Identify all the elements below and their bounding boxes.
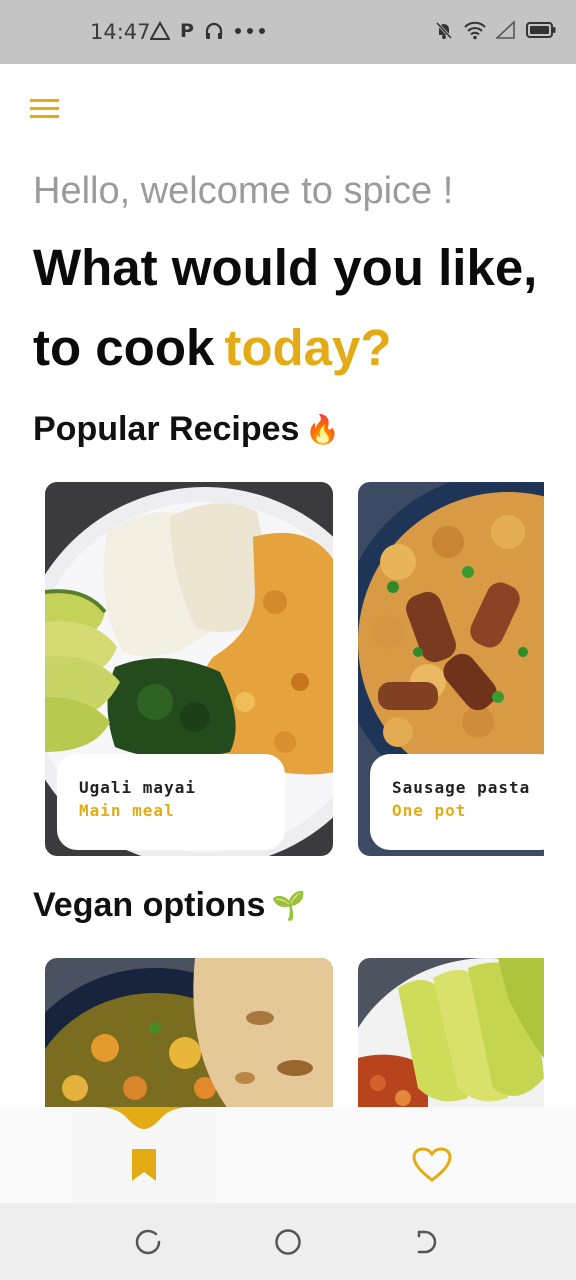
nav-favorites[interactable]	[402, 1147, 462, 1197]
more-dots-icon	[234, 28, 265, 34]
vegan-card-avocado-beans[interactable]	[358, 958, 544, 1118]
recipe-card-sausage-pasta[interactable]: Sausage pasta One pot	[358, 482, 544, 856]
status-time: 14:47	[90, 20, 151, 44]
recipe-name: Ugali mayai	[79, 778, 196, 797]
recipe-category: One pot	[392, 801, 467, 820]
headline-line-2: to cook today?	[33, 318, 392, 377]
vegan-options-title: Vegan options 🌱	[33, 886, 306, 925]
fire-icon: 🔥	[305, 413, 341, 446]
popular-recipes-title: Popular Recipes 🔥	[33, 410, 340, 449]
system-navigation-bar	[0, 1203, 576, 1280]
lentil-stew-chapati-photo	[45, 958, 333, 1118]
wifi-icon	[464, 21, 486, 40]
status-left-icons: P	[150, 20, 266, 42]
recipe-category: Main meal	[79, 801, 175, 820]
recipe-card-caption: Sausage pasta One pot	[370, 754, 544, 850]
signal-icon	[496, 20, 515, 39]
headline-accent: today?	[224, 319, 392, 376]
vegan-options-label: Vegan options	[33, 886, 266, 924]
hamburger-menu-icon[interactable]	[30, 98, 60, 120]
popular-recipes-label: Popular Recipes	[33, 410, 300, 448]
greeting-text: Hello, welcome to spice !	[33, 170, 454, 212]
avocado-beans-photo	[358, 958, 544, 1118]
bookmark-icon	[132, 1149, 156, 1181]
recipe-card-caption: Ugali mayai Main meal	[57, 754, 285, 850]
battery-icon	[526, 22, 556, 38]
bottom-navigation	[0, 1107, 576, 1203]
seedling-icon: 🌱	[271, 889, 307, 922]
back-icon[interactable]	[134, 1227, 164, 1257]
recipe-card-ugali-mayai[interactable]: Ugali mayai Main meal	[45, 482, 333, 856]
headphones-icon	[205, 22, 223, 39]
status-right-icons	[434, 20, 556, 40]
alert-triangle-icon	[150, 21, 170, 40]
nav-active-indicator	[96, 1107, 192, 1129]
heart-icon	[412, 1147, 452, 1182]
vegan-card-lentil-stew[interactable]	[45, 958, 333, 1118]
nav-bookmarks[interactable]	[114, 1147, 174, 1197]
headline-prefix: to cook	[33, 319, 215, 376]
bell-off-icon	[435, 21, 453, 40]
recipe-name: Sausage pasta	[392, 778, 531, 797]
parking-icon: P	[180, 20, 194, 42]
status-bar: 14:47 P	[0, 0, 576, 64]
recent-apps-icon[interactable]	[411, 1227, 441, 1257]
home-icon[interactable]	[273, 1227, 303, 1257]
headline-line-1: What would you like,	[33, 239, 538, 296]
